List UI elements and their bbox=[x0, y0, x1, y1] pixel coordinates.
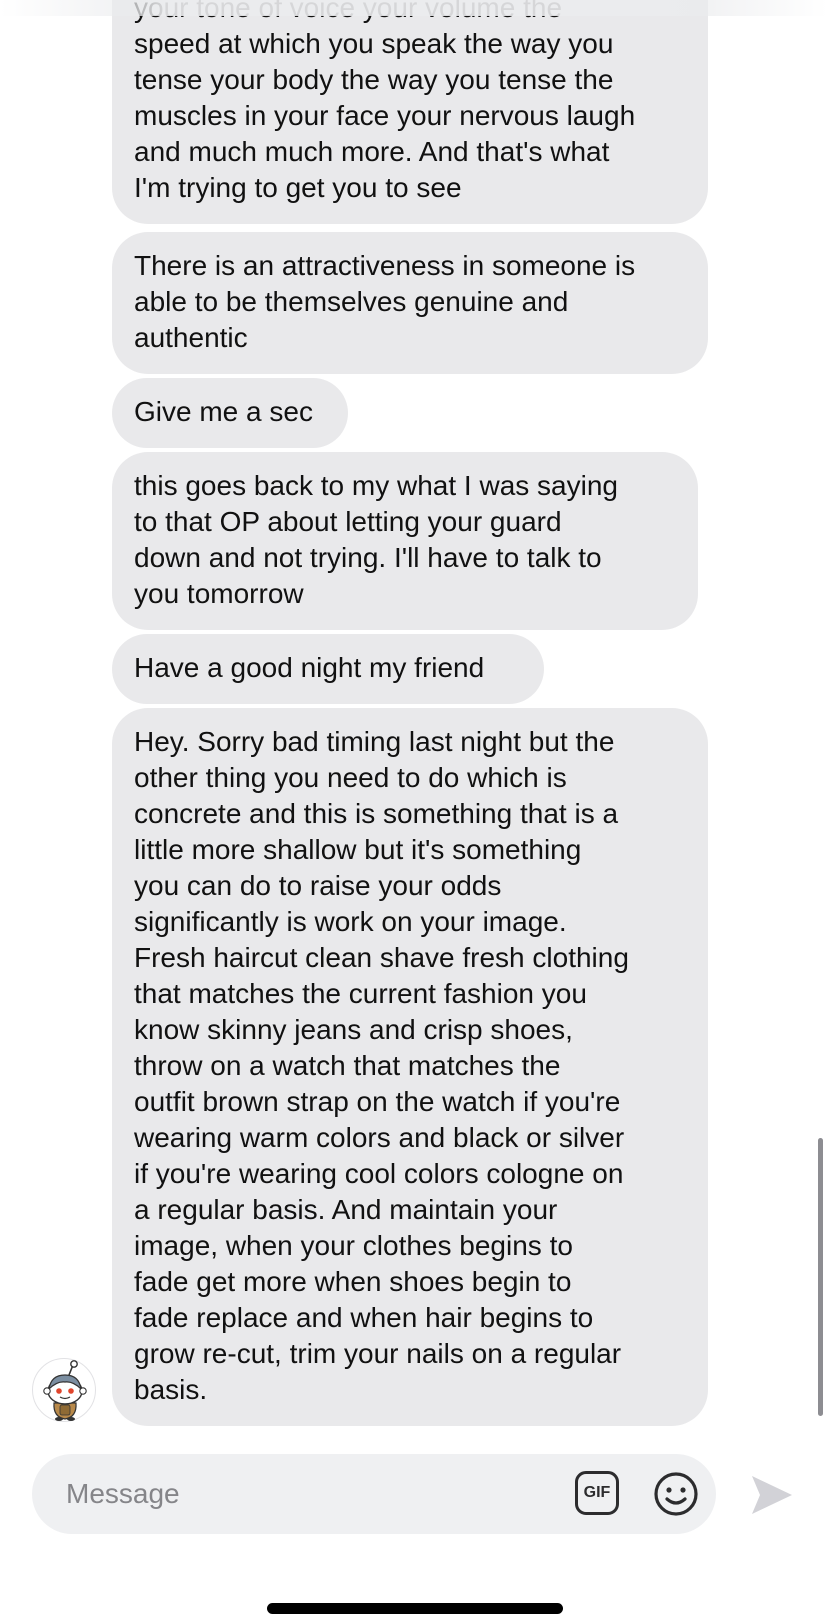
message-bubble[interactable]: your tone of voice your volume the speed… bbox=[112, 0, 708, 224]
sender-avatar[interactable] bbox=[32, 1358, 96, 1422]
message-bubble[interactable]: Have a good night my friend bbox=[112, 634, 544, 704]
message-bubble[interactable]: There is an attractiveness in someone is… bbox=[112, 232, 708, 374]
gif-button[interactable]: GIF bbox=[575, 1471, 619, 1515]
send-arrow-icon bbox=[752, 1476, 792, 1514]
emoji-button[interactable] bbox=[652, 1470, 700, 1518]
message-composer[interactable]: Message GIF bbox=[32, 1454, 716, 1534]
snoo-avatar-icon bbox=[43, 1360, 87, 1421]
scrollbar[interactable] bbox=[818, 1138, 823, 1416]
message-bubble[interactable]: this goes back to my what I was saying t… bbox=[112, 452, 698, 630]
message-input[interactable]: Message bbox=[66, 1476, 526, 1512]
message-bubble[interactable]: Give me a sec bbox=[112, 378, 348, 448]
smiley-face-icon bbox=[654, 1472, 698, 1516]
home-indicator[interactable] bbox=[267, 1603, 563, 1614]
top-fade bbox=[0, 0, 828, 16]
message-bubble[interactable]: Hey. Sorry bad timing last night but the… bbox=[112, 708, 708, 1426]
send-button[interactable] bbox=[750, 1474, 794, 1516]
chat-screen: your tone of voice your volume the speed… bbox=[0, 0, 828, 1624]
